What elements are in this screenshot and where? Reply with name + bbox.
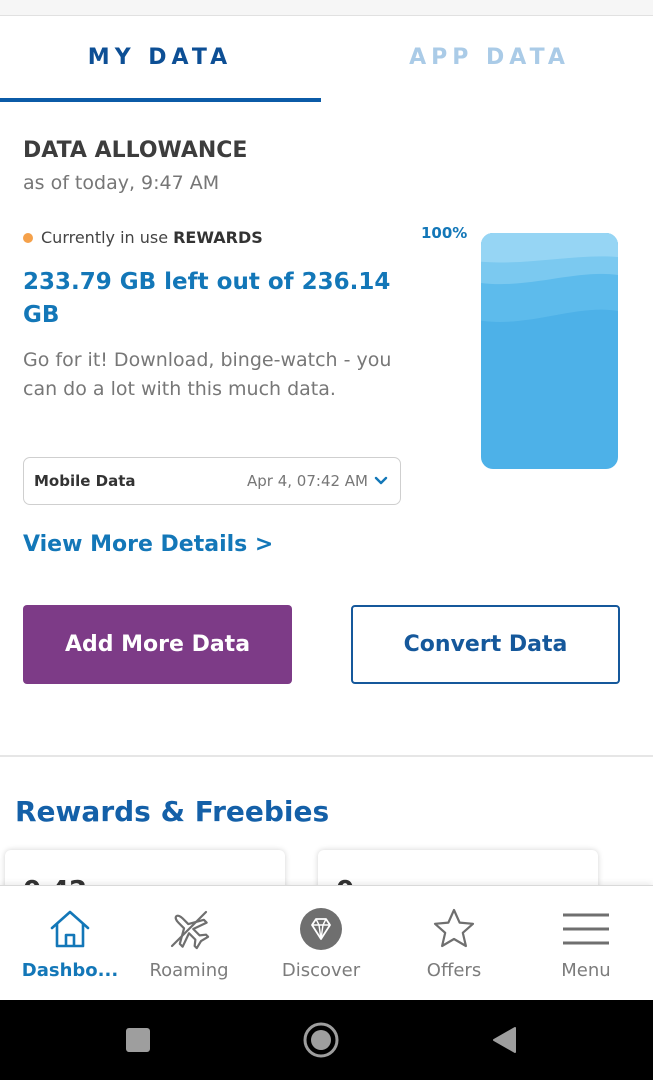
usage-description: Go for it! Download, binge-watch - you c… [23, 349, 392, 400]
home-system-button[interactable] [291, 1000, 351, 1080]
nav-item-dashboard[interactable]: Dashbo... [5, 886, 135, 1001]
selector-date: Apr 4, 07:42 AM [247, 472, 368, 490]
in-use-label: Currently in use [41, 228, 169, 247]
convert-data-button[interactable]: Convert Data [351, 605, 620, 684]
gauge-fill [481, 233, 618, 469]
section-divider [0, 755, 653, 757]
nav-item-offers[interactable]: Offers [389, 886, 519, 1001]
nav-item-roaming[interactable]: Roaming [124, 886, 254, 1001]
triangle-back-icon [493, 1027, 516, 1053]
top-strip [0, 0, 653, 16]
star-icon [433, 908, 475, 948]
nav-label: Dashbo... [21, 960, 119, 981]
data-allowance-title: DATA ALLOWANCE [23, 138, 248, 163]
gauge-percent-label: 100% [421, 224, 468, 242]
reward-card[interactable]: 0.42 [5, 850, 285, 890]
rewards-title: Rewards & Freebies [15, 795, 330, 828]
nav-label: Discover [281, 960, 361, 981]
nav-label: Menu [561, 960, 611, 981]
data-gauge [481, 233, 618, 469]
nav-label: Offers [426, 960, 482, 981]
selector-label: Mobile Data [34, 472, 136, 490]
plane-icon [170, 910, 210, 950]
bottom-navigation: Dashbo... Roaming Discover Offers Menu [0, 885, 653, 1001]
home-icon [50, 910, 90, 948]
tab-app-data[interactable]: APP DATA [326, 16, 653, 98]
status-dot-icon [23, 232, 33, 243]
nav-item-discover[interactable]: Discover [256, 886, 386, 1001]
data-remaining: 233.79 GB left out of 236.14 GB [23, 269, 391, 328]
back-system-button[interactable] [474, 1000, 534, 1080]
reward-card[interactable]: 0 [318, 850, 598, 890]
square-recents-icon [126, 1028, 150, 1052]
plan-name: REWARDS [173, 228, 263, 247]
tab-my-data[interactable]: MY DATA [0, 16, 320, 98]
plan-in-use: Currently in use REWARDS [23, 228, 263, 247]
as-of-timestamp: as of today, 9:47 AM [23, 172, 220, 194]
active-tab-underline [0, 98, 321, 102]
chevron-down-icon [374, 476, 388, 485]
data-type-selector[interactable]: Mobile Data Apr 4, 07:42 AM [23, 457, 401, 505]
data-tabs: MY DATA APP DATA [0, 16, 653, 102]
nav-label: Roaming [149, 960, 229, 981]
recents-button[interactable] [108, 1000, 168, 1080]
diamond-icon [300, 908, 342, 950]
system-navigation-bar [0, 1000, 653, 1080]
hamburger-menu-icon [563, 913, 609, 945]
nav-item-menu[interactable]: Menu [521, 886, 651, 1001]
circle-home-icon [303, 1022, 339, 1058]
view-more-details-link[interactable]: View More Details > [23, 532, 273, 557]
add-more-data-button[interactable]: Add More Data [23, 605, 292, 684]
